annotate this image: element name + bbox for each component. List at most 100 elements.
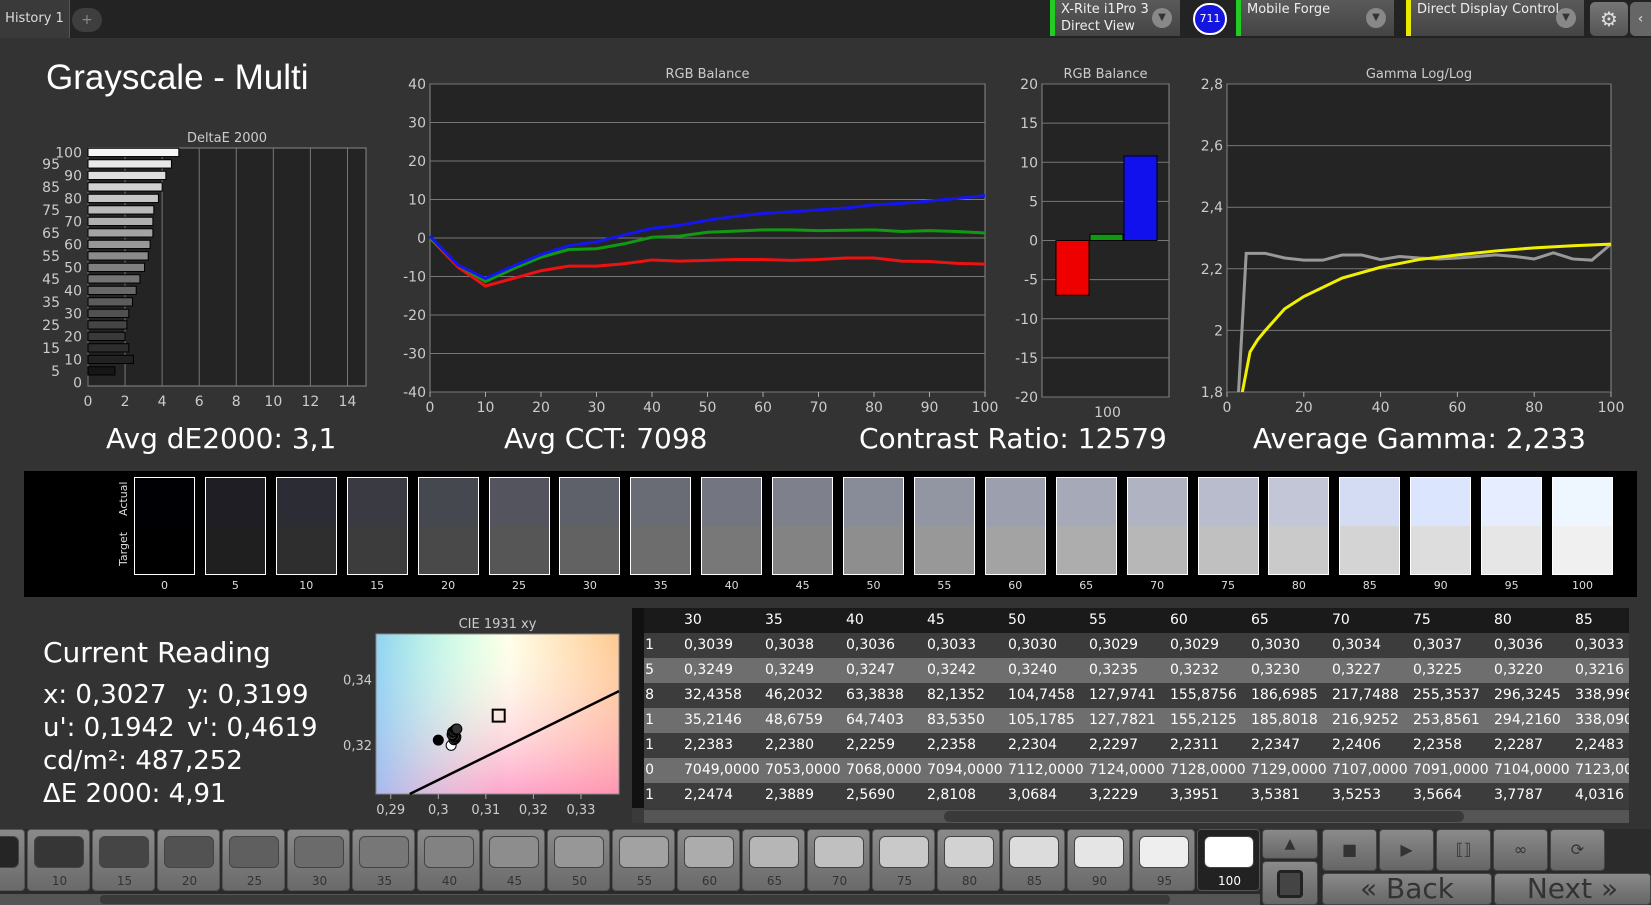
- y-tick-label: 70: [64, 214, 82, 230]
- swatch-60[interactable]: [984, 477, 1046, 575]
- x-tick-label: 100: [1094, 405, 1121, 420]
- swatch-label: 75: [1221, 579, 1235, 592]
- swatch-label: 55: [937, 579, 952, 592]
- loop-button[interactable]: ∞: [1493, 829, 1548, 871]
- y-tick-label: 30: [64, 306, 82, 322]
- swatch-25[interactable]: [488, 477, 550, 575]
- table-cell: 0,3029: [1089, 637, 1138, 653]
- scrollbar-thumb[interactable]: [944, 811, 1464, 822]
- target-color: [276, 526, 336, 574]
- swatch-90[interactable]: [1410, 477, 1472, 575]
- swatch-10[interactable]: [275, 477, 337, 575]
- patch-button-40[interactable]: 40: [417, 829, 480, 891]
- table-cell: 2,5690: [846, 787, 895, 803]
- patch-button-25[interactable]: 25: [222, 829, 285, 891]
- x-tick-label: 0: [1223, 400, 1232, 416]
- swatch-20[interactable]: [417, 477, 479, 575]
- patch-button-15[interactable]: 15: [92, 829, 155, 891]
- swatch-55[interactable]: [913, 477, 975, 575]
- target-color: [1056, 526, 1116, 574]
- patch-color: [359, 836, 409, 868]
- patch-label: 15: [116, 874, 133, 888]
- patch-button-60[interactable]: 60: [677, 829, 740, 891]
- tab-history-1[interactable]: History 1: [0, 0, 70, 38]
- y-tick-label: -15: [1015, 351, 1038, 367]
- swatch-65[interactable]: [1055, 477, 1117, 575]
- chevron-left-icon[interactable]: ‹: [1630, 2, 1651, 36]
- delta-e-bar: [87, 331, 126, 342]
- swatch-15[interactable]: [346, 477, 408, 575]
- patch-button-45[interactable]: 45: [482, 829, 545, 891]
- swatch-80[interactable]: [1268, 477, 1330, 575]
- swatch-35[interactable]: [630, 477, 692, 575]
- patch-button-95[interactable]: 95: [1132, 829, 1195, 891]
- patch-color: [879, 836, 929, 868]
- x-tick-label: 0,29: [376, 803, 405, 818]
- patch-button-55[interactable]: 55: [612, 829, 675, 891]
- arrow-up-icon[interactable]: ▲: [1262, 829, 1318, 859]
- patch-button-20[interactable]: 20: [157, 829, 220, 891]
- table-cell: 63,3838: [846, 687, 904, 703]
- y-tick-label: 15: [42, 341, 60, 357]
- next-button[interactable]: Next »: [1494, 873, 1651, 905]
- swatch-5[interactable]: [204, 477, 266, 575]
- swatch-95[interactable]: [1481, 477, 1543, 575]
- actual-color: [1056, 478, 1116, 526]
- patch-scrollbar[interactable]: [0, 894, 1260, 905]
- swatch-label: 85: [1362, 579, 1377, 592]
- y-tick-label: 80: [64, 191, 82, 207]
- y-tick-label: 20: [1020, 77, 1038, 93]
- table-cell: 0,3230: [1251, 662, 1300, 678]
- refresh-button[interactable]: ⟳: [1550, 829, 1605, 871]
- swatch-100[interactable]: [1552, 477, 1613, 575]
- swatch-70[interactable]: [1126, 477, 1188, 575]
- table-cell: 0,3232: [1170, 662, 1219, 678]
- patch-button-100[interactable]: 100: [1197, 829, 1260, 891]
- gear-icon[interactable]: ⚙: [1590, 2, 1628, 36]
- patch-button-80[interactable]: 80: [937, 829, 1000, 891]
- patch-button-5[interactable]: 5: [0, 829, 25, 891]
- patch-button-10[interactable]: 10: [27, 829, 90, 891]
- patch-color: [1074, 836, 1124, 868]
- swatch-label: 25: [512, 579, 526, 592]
- display-name: Direct Display Control: [1417, 2, 1560, 17]
- table-scrollbar[interactable]: [644, 810, 1629, 823]
- swatch-0[interactable]: [134, 477, 195, 575]
- patch-button-85[interactable]: 85: [1002, 829, 1065, 891]
- play-button[interactable]: ▶: [1379, 829, 1434, 871]
- patch-button-35[interactable]: 35: [352, 829, 415, 891]
- delta-e-bar: [87, 297, 133, 307]
- x-tick-label: 0,33: [566, 803, 595, 818]
- scrollbar-thumb[interactable]: [100, 895, 1170, 904]
- meter-badge[interactable]: 711: [1193, 3, 1227, 35]
- swatch-40[interactable]: [701, 477, 763, 575]
- patch-button-50[interactable]: 50: [547, 829, 610, 891]
- generator-dropdown[interactable]: Mobile Forge ▼: [1236, 0, 1394, 36]
- patch-bar: ▲ « Back Next » 5 10 15 20 25 30 35 40 45 50 55 60 6…: [0, 829, 1651, 905]
- y-tick-label: 40: [408, 77, 426, 93]
- swatch-75[interactable]: [1197, 477, 1259, 575]
- stop-button[interactable]: ■: [1322, 829, 1377, 871]
- back-button[interactable]: « Back: [1322, 873, 1492, 905]
- patch-button-70[interactable]: 70: [807, 829, 870, 891]
- table-cell: 2,8108: [927, 787, 976, 803]
- swatch-30[interactable]: [559, 477, 621, 575]
- swatch-85[interactable]: [1339, 477, 1401, 575]
- patch-button-90[interactable]: 90: [1067, 829, 1130, 891]
- patch-button-65[interactable]: 65: [742, 829, 805, 891]
- add-tab-button[interactable]: +: [72, 8, 102, 32]
- swatch-45[interactable]: [772, 477, 834, 575]
- patch-button-30[interactable]: 30: [287, 829, 350, 891]
- step-button[interactable]: ⟦⟧: [1436, 829, 1491, 871]
- swatch-label: 65: [1079, 579, 1094, 592]
- meter-dropdown[interactable]: X-Rite i1Pro 3 Direct View ▼: [1050, 0, 1180, 36]
- x-tick-label: 20: [1295, 400, 1313, 416]
- table-row: 11 35,2146 48,6759 64,7403 83,5350 105,1785 12…: [632, 708, 1629, 733]
- chart-title: DeltaE 2000: [187, 131, 267, 146]
- patch-button-75[interactable]: 75: [872, 829, 935, 891]
- display-dropdown[interactable]: Direct Display Control ▼: [1406, 0, 1584, 36]
- reading-x: x: 0,3027: [43, 680, 167, 710]
- x-tick-label: 80: [1525, 400, 1543, 416]
- swatch-50[interactable]: [843, 477, 904, 575]
- pattern-toggle-button[interactable]: [1262, 861, 1318, 905]
